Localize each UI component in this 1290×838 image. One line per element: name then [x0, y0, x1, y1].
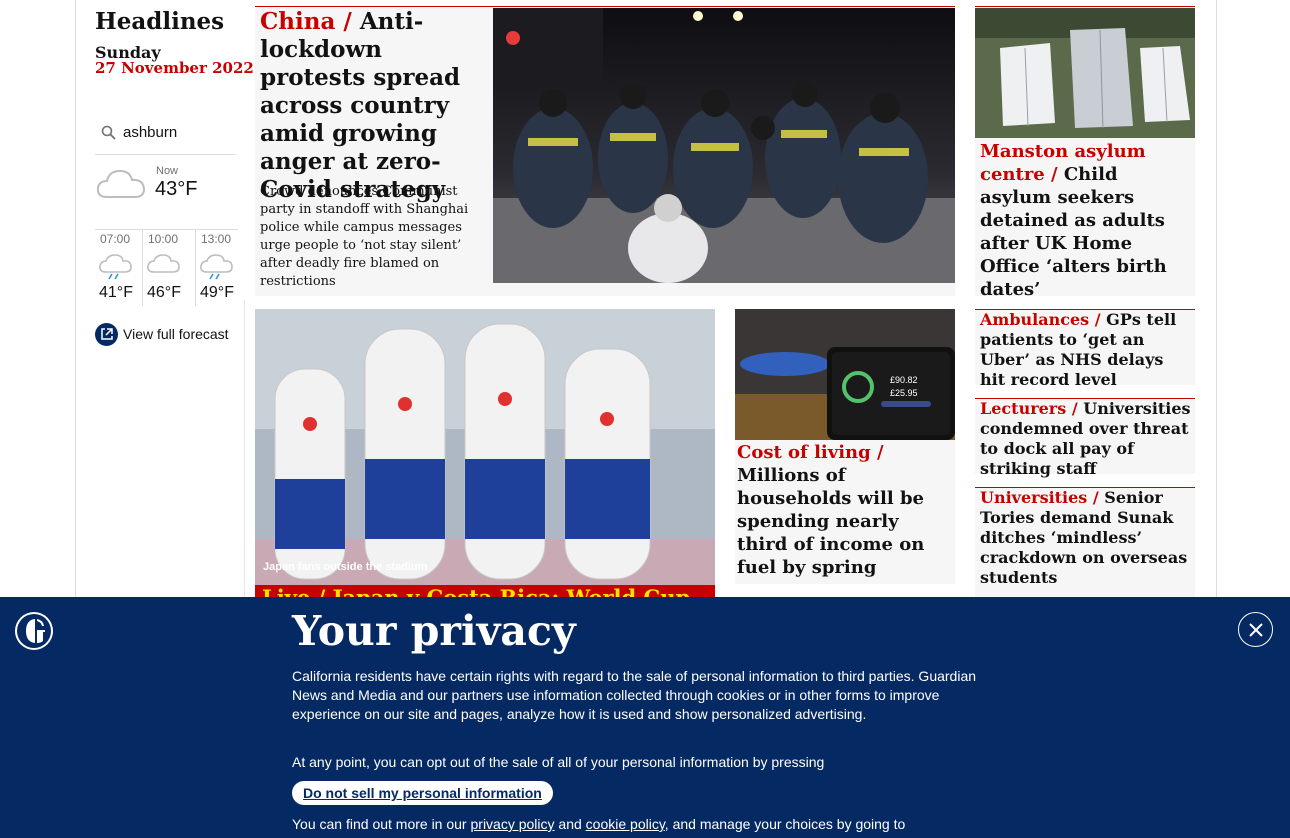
- forecast-time: 07:00: [100, 232, 131, 246]
- forecast-time: 10:00: [148, 232, 179, 246]
- policy-text: and: [554, 816, 586, 832]
- story-headline[interactable]: Manston asylum centre / Child asylum see…: [980, 140, 1185, 301]
- meter-value: £90.82: [890, 375, 918, 385]
- forecast-temperature: 46°F: [147, 284, 181, 301]
- cloud-rain-icon: [200, 254, 233, 280]
- story-image-manston[interactable]: [975, 8, 1195, 138]
- close-icon: [1248, 622, 1263, 637]
- privacy-body-policies: You can find out more in our privacy pol…: [292, 815, 1002, 834]
- location-input[interactable]: [123, 124, 231, 141]
- policy-text: , and manage your choices by going to: [664, 816, 906, 832]
- forecast-slot: 07:00 41°F: [95, 230, 141, 306]
- do-not-sell-button[interactable]: Do not sell my personal information: [292, 781, 553, 805]
- story-image-japan-fans[interactable]: [255, 309, 715, 599]
- story-headline[interactable]: Lecturers / Universities condemned over …: [980, 399, 1192, 479]
- close-banner-button[interactable]: [1238, 612, 1273, 647]
- story-standfirst: Crowd denounces Communist party in stand…: [260, 184, 469, 289]
- forecast-time: 13:00: [201, 232, 232, 246]
- story-kicker: Manston asylum centre /: [980, 141, 1146, 185]
- view-full-forecast-link[interactable]: View full forecast: [95, 322, 229, 346]
- story-kicker: Cost of living /: [737, 442, 884, 463]
- view-full-forecast-label: View full forecast: [123, 326, 229, 342]
- forecast-temperature: 41°F: [99, 284, 133, 301]
- story-kicker: China /: [260, 8, 360, 35]
- weather-location-search[interactable]: [95, 120, 235, 155]
- search-icon: [101, 125, 116, 140]
- policy-text: You can find out more in our: [292, 816, 471, 832]
- now-temperature: 43°F: [155, 178, 198, 200]
- privacy-policy-link[interactable]: privacy policy: [471, 816, 555, 832]
- privacy-body-opt-out: At any point, you can opt out of the sal…: [292, 754, 825, 770]
- forecast-slot: 13:00 49°F: [196, 230, 242, 306]
- story-headline[interactable]: China / Anti-lockdown protests spread ac…: [260, 8, 480, 204]
- cloud-icon: [147, 254, 180, 273]
- story-headline[interactable]: Cost of living / Millions of households …: [737, 441, 952, 579]
- privacy-banner: Your privacy California residents have c…: [0, 597, 1290, 838]
- guardian-logo-icon: [15, 612, 53, 650]
- section-title: Headlines: [95, 8, 225, 35]
- meter-value: £25.95: [890, 388, 918, 398]
- story-image-smart-meter[interactable]: £90.82 £25.95: [735, 309, 955, 440]
- divider: [255, 6, 955, 7]
- story-headline[interactable]: Universities / Senior Tories demand Suna…: [980, 488, 1192, 588]
- divider: [244, 300, 245, 600]
- story-kicker: Ambulances /: [980, 310, 1107, 329]
- story-title: Millions of households will be spending …: [737, 465, 925, 578]
- privacy-title: Your privacy: [292, 607, 576, 655]
- divider: [975, 6, 1195, 7]
- story-kicker: Lecturers /: [980, 399, 1084, 418]
- forecast-temperature: 49°F: [200, 284, 234, 301]
- story-image-protest[interactable]: [493, 8, 955, 283]
- story-kicker: Universities /: [980, 488, 1105, 507]
- now-label: Now: [156, 165, 179, 177]
- story-title: Anti-lockdown protests spread across cou…: [260, 8, 461, 203]
- cloud-rain-icon: [99, 254, 132, 280]
- privacy-body: California residents have certain rights…: [292, 668, 977, 722]
- external-link-icon: [95, 322, 118, 346]
- date-full: 27 November 2022: [95, 59, 254, 77]
- cookie-policy-link[interactable]: cookie policy: [586, 816, 665, 832]
- forecast-slot: 10:00 46°F: [143, 230, 189, 306]
- image-caption: Japan fans outside the stadium: [263, 561, 428, 573]
- story-headline[interactable]: Ambulances / GPs tell patients to ‘get a…: [980, 310, 1192, 390]
- cloud-icon: [96, 169, 146, 198]
